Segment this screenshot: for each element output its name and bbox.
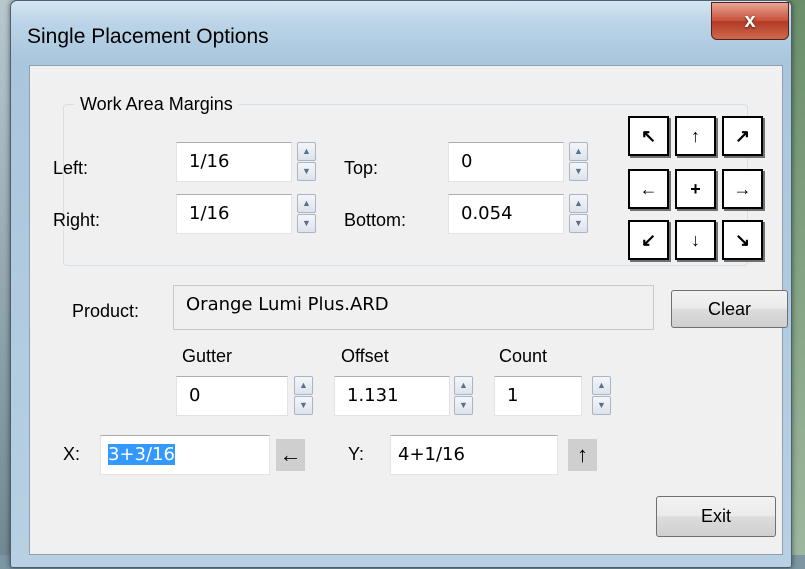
- product-name-field: Orange Lumi Plus.ARD: [173, 285, 654, 330]
- product-label: Product:: [72, 301, 140, 321]
- spin-down-icon[interactable]: ▼: [297, 162, 316, 181]
- dialog-window: Single Placement Options x Work Area Mar…: [10, 0, 792, 568]
- move-top-right-button[interactable]: ↗: [722, 116, 763, 156]
- x-coordinate-input[interactable]: 3+3/16: [100, 435, 270, 475]
- spin-down-icon[interactable]: ▼: [454, 396, 473, 415]
- x-coordinate-label: X:: [63, 444, 81, 464]
- spin-down-icon[interactable]: ▼: [592, 396, 611, 415]
- clear-button[interactable]: Clear: [671, 290, 788, 328]
- top-margin-input[interactable]: 0: [448, 142, 564, 182]
- offset-label: Offset: [341, 346, 389, 366]
- move-center-button[interactable]: +: [675, 169, 716, 209]
- gutter-spinner[interactable]: ▲ ▼: [294, 376, 313, 415]
- spin-up-icon[interactable]: ▲: [569, 142, 588, 161]
- spin-up-icon[interactable]: ▲: [592, 376, 611, 395]
- spin-down-icon[interactable]: ▼: [569, 162, 588, 181]
- move-bottom-right-button[interactable]: ↘: [722, 220, 763, 260]
- move-bottom-left-button[interactable]: ↙: [628, 220, 669, 260]
- x-coordinate-value: 3+3/16: [108, 444, 175, 465]
- left-margin-input[interactable]: 1/16: [176, 142, 292, 182]
- count-label: Count: [499, 346, 548, 366]
- window-title: Single Placement Options: [27, 25, 269, 48]
- move-up-button[interactable]: ↑: [675, 116, 716, 156]
- top-margin-label: Top:: [344, 158, 379, 178]
- offset-spinner[interactable]: ▲ ▼: [454, 376, 473, 415]
- right-margin-input[interactable]: 1/16: [176, 194, 292, 234]
- count-spinner[interactable]: ▲ ▼: [592, 376, 611, 415]
- right-margin-label: Right:: [53, 210, 101, 230]
- move-down-button[interactable]: ↓: [675, 220, 716, 260]
- set-y-arrow-button[interactable]: ↑: [568, 439, 597, 471]
- bottom-margin-label: Bottom:: [344, 210, 407, 230]
- y-coordinate-label: Y:: [348, 444, 365, 464]
- set-x-arrow-button[interactable]: ←: [276, 439, 305, 471]
- y-coordinate-input[interactable]: 4+1/16: [390, 435, 558, 475]
- spin-down-icon[interactable]: ▼: [297, 214, 316, 233]
- offset-input[interactable]: 1.131: [334, 376, 450, 416]
- work-area-margins-title: Work Area Margins: [74, 94, 239, 115]
- spin-up-icon[interactable]: ▲: [297, 142, 316, 161]
- spin-up-icon[interactable]: ▲: [454, 376, 473, 395]
- gutter-label: Gutter: [182, 346, 233, 366]
- bottom-margin-spinner[interactable]: ▲ ▼: [569, 194, 588, 233]
- bottom-margin-input[interactable]: 0.054: [448, 194, 564, 234]
- move-left-button[interactable]: ←: [628, 169, 669, 209]
- dialog-client-area: Work Area Margins Left: 1/16 ▲ ▼ Top: 0 …: [29, 65, 788, 555]
- left-margin-spinner[interactable]: ▲ ▼: [297, 142, 316, 181]
- gutter-input[interactable]: 0: [176, 376, 288, 416]
- move-right-button[interactable]: →: [722, 169, 763, 209]
- right-margin-spinner[interactable]: ▲ ▼: [297, 194, 316, 233]
- left-margin-label: Left:: [53, 158, 89, 178]
- top-margin-spinner[interactable]: ▲ ▼: [569, 142, 588, 181]
- spin-up-icon[interactable]: ▲: [297, 194, 316, 213]
- spin-up-icon[interactable]: ▲: [294, 376, 313, 395]
- spin-up-icon[interactable]: ▲: [569, 194, 588, 213]
- move-top-left-button[interactable]: ↖: [628, 116, 669, 156]
- spin-down-icon[interactable]: ▼: [294, 396, 313, 415]
- exit-button[interactable]: Exit: [656, 496, 776, 537]
- count-input[interactable]: 1: [494, 376, 582, 416]
- close-button[interactable]: x: [711, 2, 789, 40]
- spin-down-icon[interactable]: ▼: [569, 214, 588, 233]
